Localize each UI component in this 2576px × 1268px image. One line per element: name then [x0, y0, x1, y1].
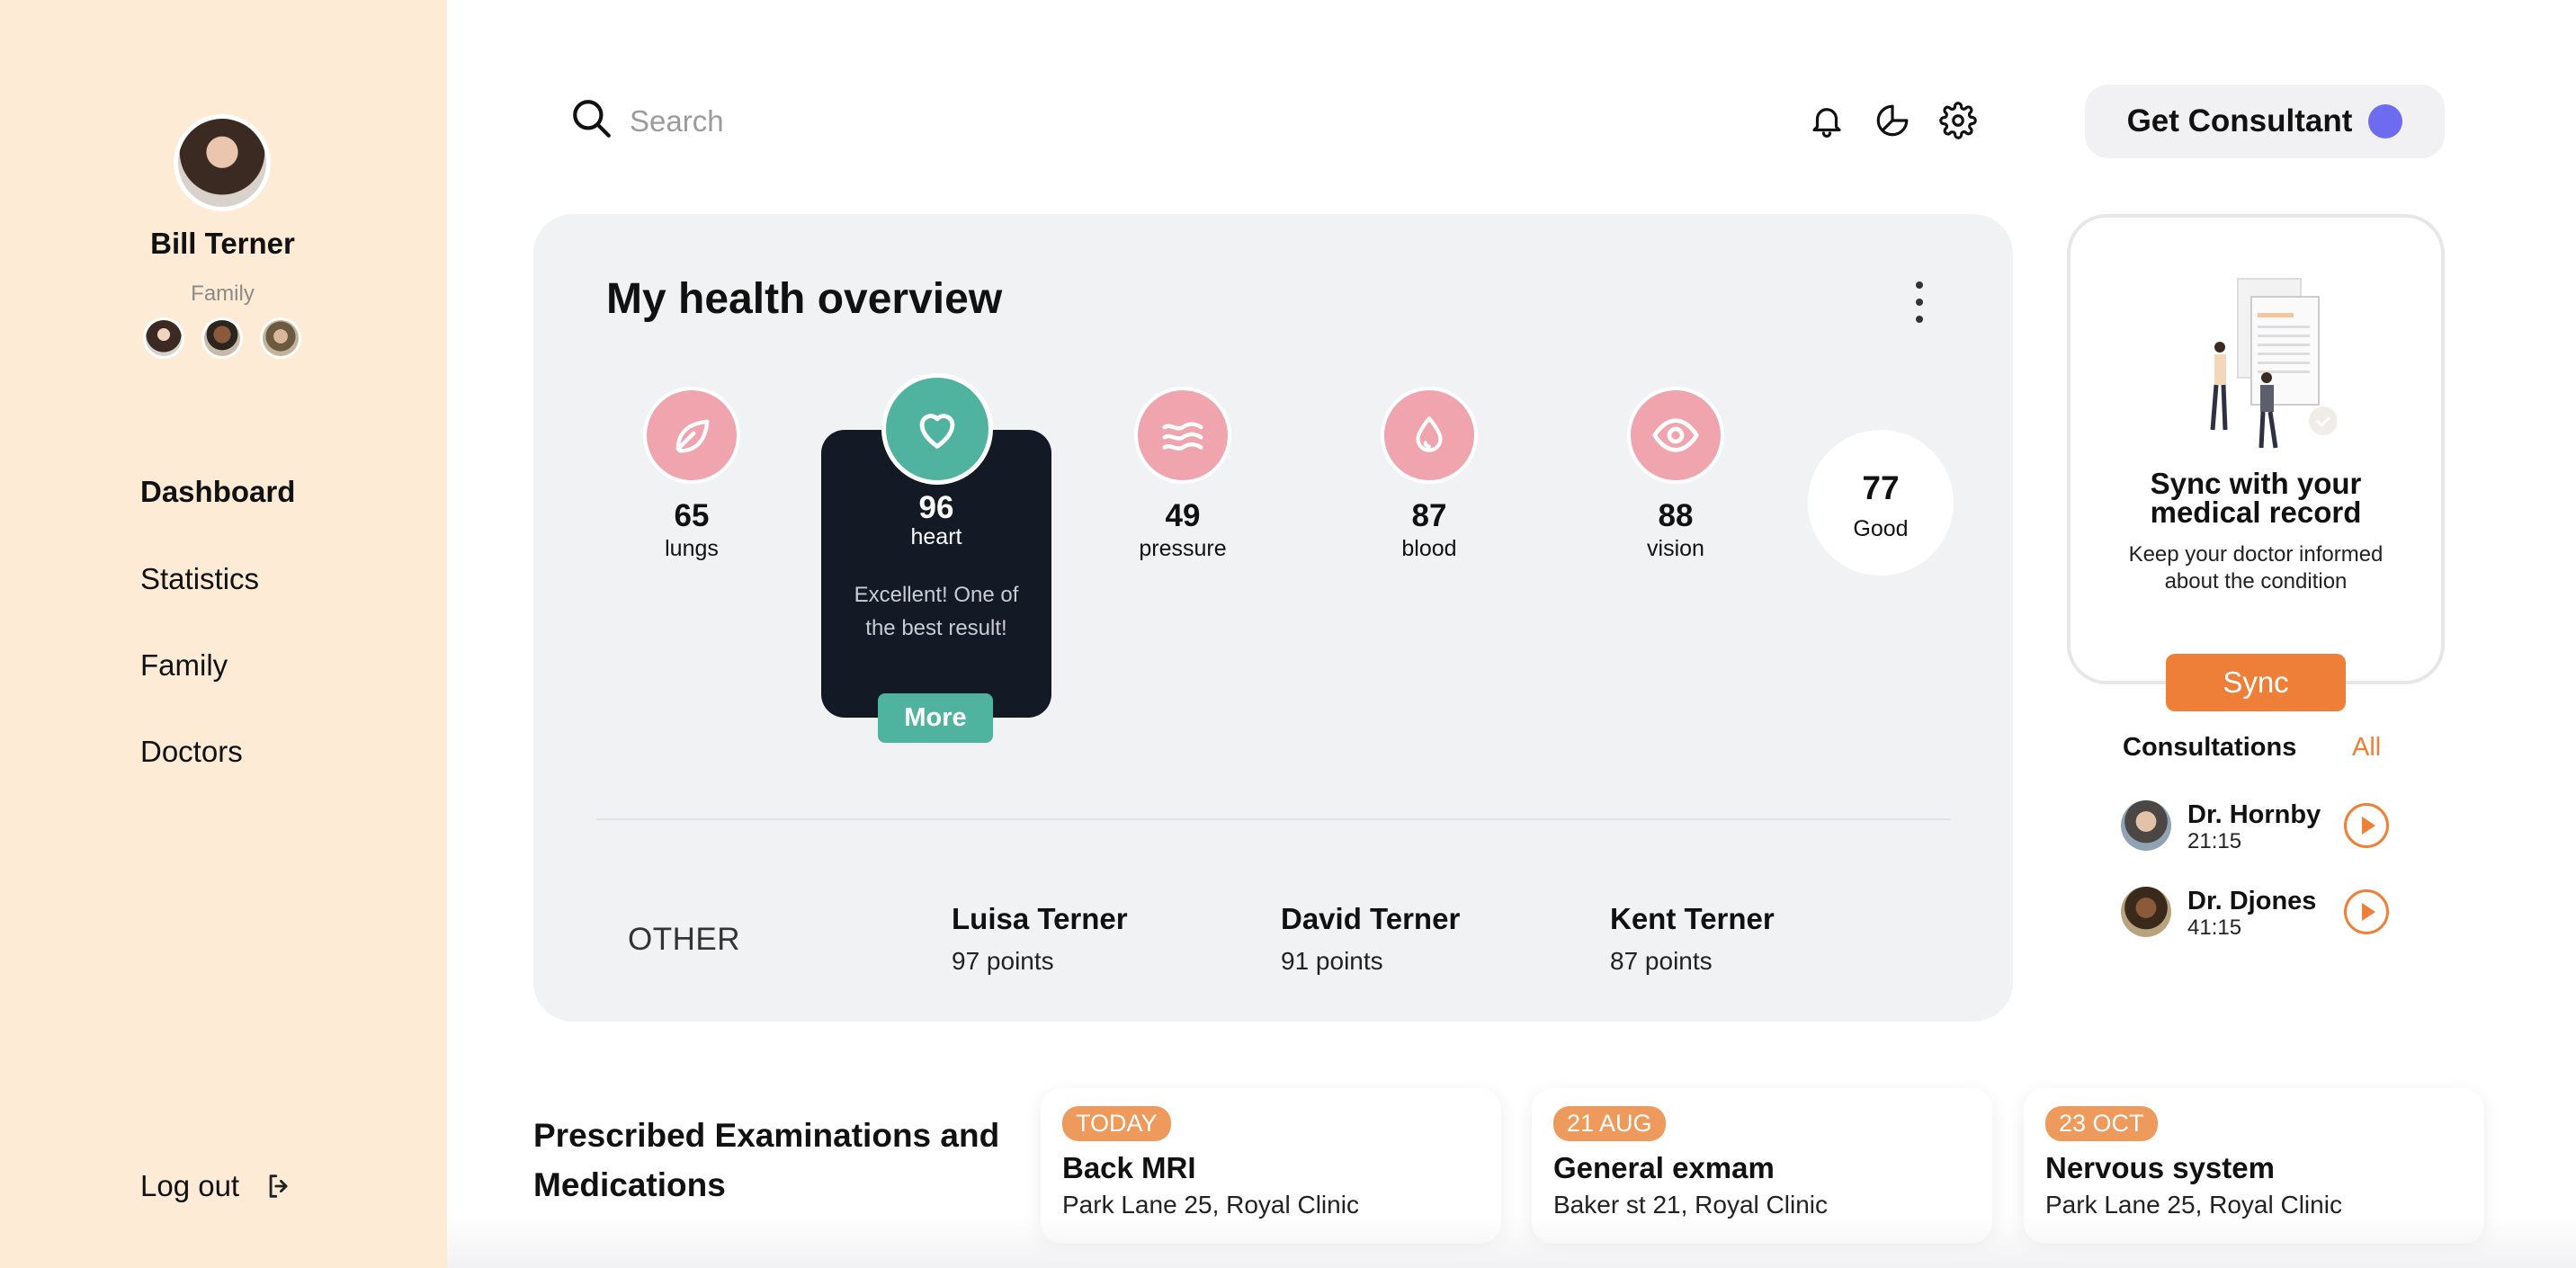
- waves-icon: [1134, 387, 1231, 484]
- leaf-icon: [643, 387, 740, 484]
- member-points: 87 points: [1610, 947, 1713, 975]
- divider: [596, 818, 1951, 820]
- nav-item-family[interactable]: Family: [140, 648, 228, 683]
- heart-description: Excellent! One of the best result!: [854, 583, 1019, 640]
- consultations-all-link[interactable]: All: [2352, 733, 2381, 763]
- family-member-score[interactable]: David Terner 91 points: [1281, 902, 1460, 976]
- date-badge: 23 OCT: [2045, 1106, 2158, 1141]
- member-points: 91 points: [1281, 947, 1383, 975]
- play-icon[interactable]: [2344, 803, 2389, 848]
- logout-button[interactable]: Log out: [140, 1169, 295, 1203]
- nav-item-doctors[interactable]: Doctors: [140, 735, 243, 769]
- search-input[interactable]: [630, 99, 1169, 144]
- exam-title: Nervous system: [2045, 1151, 2275, 1184]
- prescribed-title: Prescribed Examinations and Medications: [533, 1117, 1000, 1203]
- metric-value: 96: [918, 490, 954, 525]
- date-badge: TODAY: [1062, 1106, 1171, 1141]
- metric-label: pressure: [1139, 536, 1227, 561]
- metric-label: blood: [1401, 536, 1457, 561]
- doctor-name: Dr. Djones: [2187, 887, 2317, 915]
- family-avatar[interactable]: [143, 317, 184, 359]
- consultation-time: 21:15: [2187, 829, 2242, 853]
- date-badge: 21 AUG: [1553, 1106, 1666, 1141]
- eye-icon: [1627, 387, 1724, 484]
- family-member-score[interactable]: Luisa Terner 97 points: [952, 902, 1128, 976]
- consultation-time: 41:15: [2187, 915, 2242, 940]
- nav-item-statistics[interactable]: Statistics: [140, 562, 259, 596]
- family-avatar[interactable]: [260, 317, 301, 359]
- metric-label: lungs: [665, 536, 719, 561]
- metric-value: 87: [1411, 498, 1447, 533]
- metric-value: 88: [1658, 498, 1694, 533]
- sync-button[interactable]: Sync: [2166, 654, 2346, 711]
- member-name: David Terner: [1281, 902, 1461, 935]
- exam-title: Back MRI: [1062, 1151, 1196, 1184]
- member-points: 97 points: [952, 947, 1054, 975]
- metric-blood[interactable]: 87 blood: [1339, 387, 1519, 562]
- bottom-fade: [447, 1216, 2576, 1268]
- status-dot: [2368, 104, 2403, 138]
- overview-title: My health overview: [606, 275, 1003, 323]
- more-button[interactable]: More: [878, 693, 993, 743]
- metric-lungs[interactable]: 65 lungs: [602, 387, 782, 562]
- doctor-avatar: [2121, 800, 2171, 851]
- metric-label: heart: [910, 524, 962, 549]
- gear-icon[interactable]: [1939, 102, 1977, 144]
- consultations-title: Consultations: [2123, 733, 2297, 762]
- health-overview-card: [533, 214, 2013, 1022]
- family-member-score[interactable]: Kent Terner 87 points: [1610, 902, 1775, 976]
- play-icon[interactable]: [2344, 889, 2389, 934]
- member-name: Kent Terner: [1610, 902, 1775, 935]
- family-label: Family: [191, 281, 255, 306]
- metric-pressure[interactable]: 49 pressure: [1093, 387, 1273, 562]
- metric-label: vision: [1647, 536, 1704, 561]
- exam-title: General exmam: [1553, 1151, 1775, 1184]
- heart-icon: [881, 373, 993, 485]
- nav-item-dashboard[interactable]: Dashboard: [140, 475, 295, 509]
- pie-chart-icon[interactable]: [1874, 102, 1911, 144]
- drop-icon: [1381, 387, 1478, 484]
- bell-icon[interactable]: [1808, 102, 1846, 144]
- get-consultant-label: Get Consultant: [2126, 103, 2353, 138]
- metric-value: 65: [674, 498, 710, 533]
- sync-subtitle: Keep your doctor informed about the cond…: [2128, 542, 2384, 594]
- doctor-avatar: [2121, 887, 2171, 937]
- user-name: Bill Terner: [150, 227, 295, 260]
- metric-value: 49: [1165, 498, 1201, 533]
- overall-score: 77 Good: [1808, 430, 1954, 576]
- metric-vision[interactable]: 88 vision: [1586, 387, 1766, 562]
- member-name: Luisa Terner: [952, 902, 1128, 935]
- score-label: Good: [1853, 516, 1909, 541]
- sync-title: Sync with your medical record: [2150, 467, 2362, 529]
- score-value: 77: [1862, 469, 1900, 506]
- logout-icon: [269, 1174, 288, 1198]
- search-icon[interactable]: [569, 96, 614, 146]
- more-options-icon[interactable]: [1901, 281, 1937, 323]
- logout-label: Log out: [140, 1169, 240, 1202]
- user-avatar[interactable]: [174, 114, 271, 211]
- doctor-name: Dr. Hornby: [2187, 800, 2321, 829]
- get-consultant-button[interactable]: Get Consultant: [2085, 85, 2445, 158]
- family-avatar[interactable]: [201, 317, 243, 359]
- medical-record-illustration: [2202, 261, 2338, 454]
- other-label: OTHER: [628, 922, 740, 957]
